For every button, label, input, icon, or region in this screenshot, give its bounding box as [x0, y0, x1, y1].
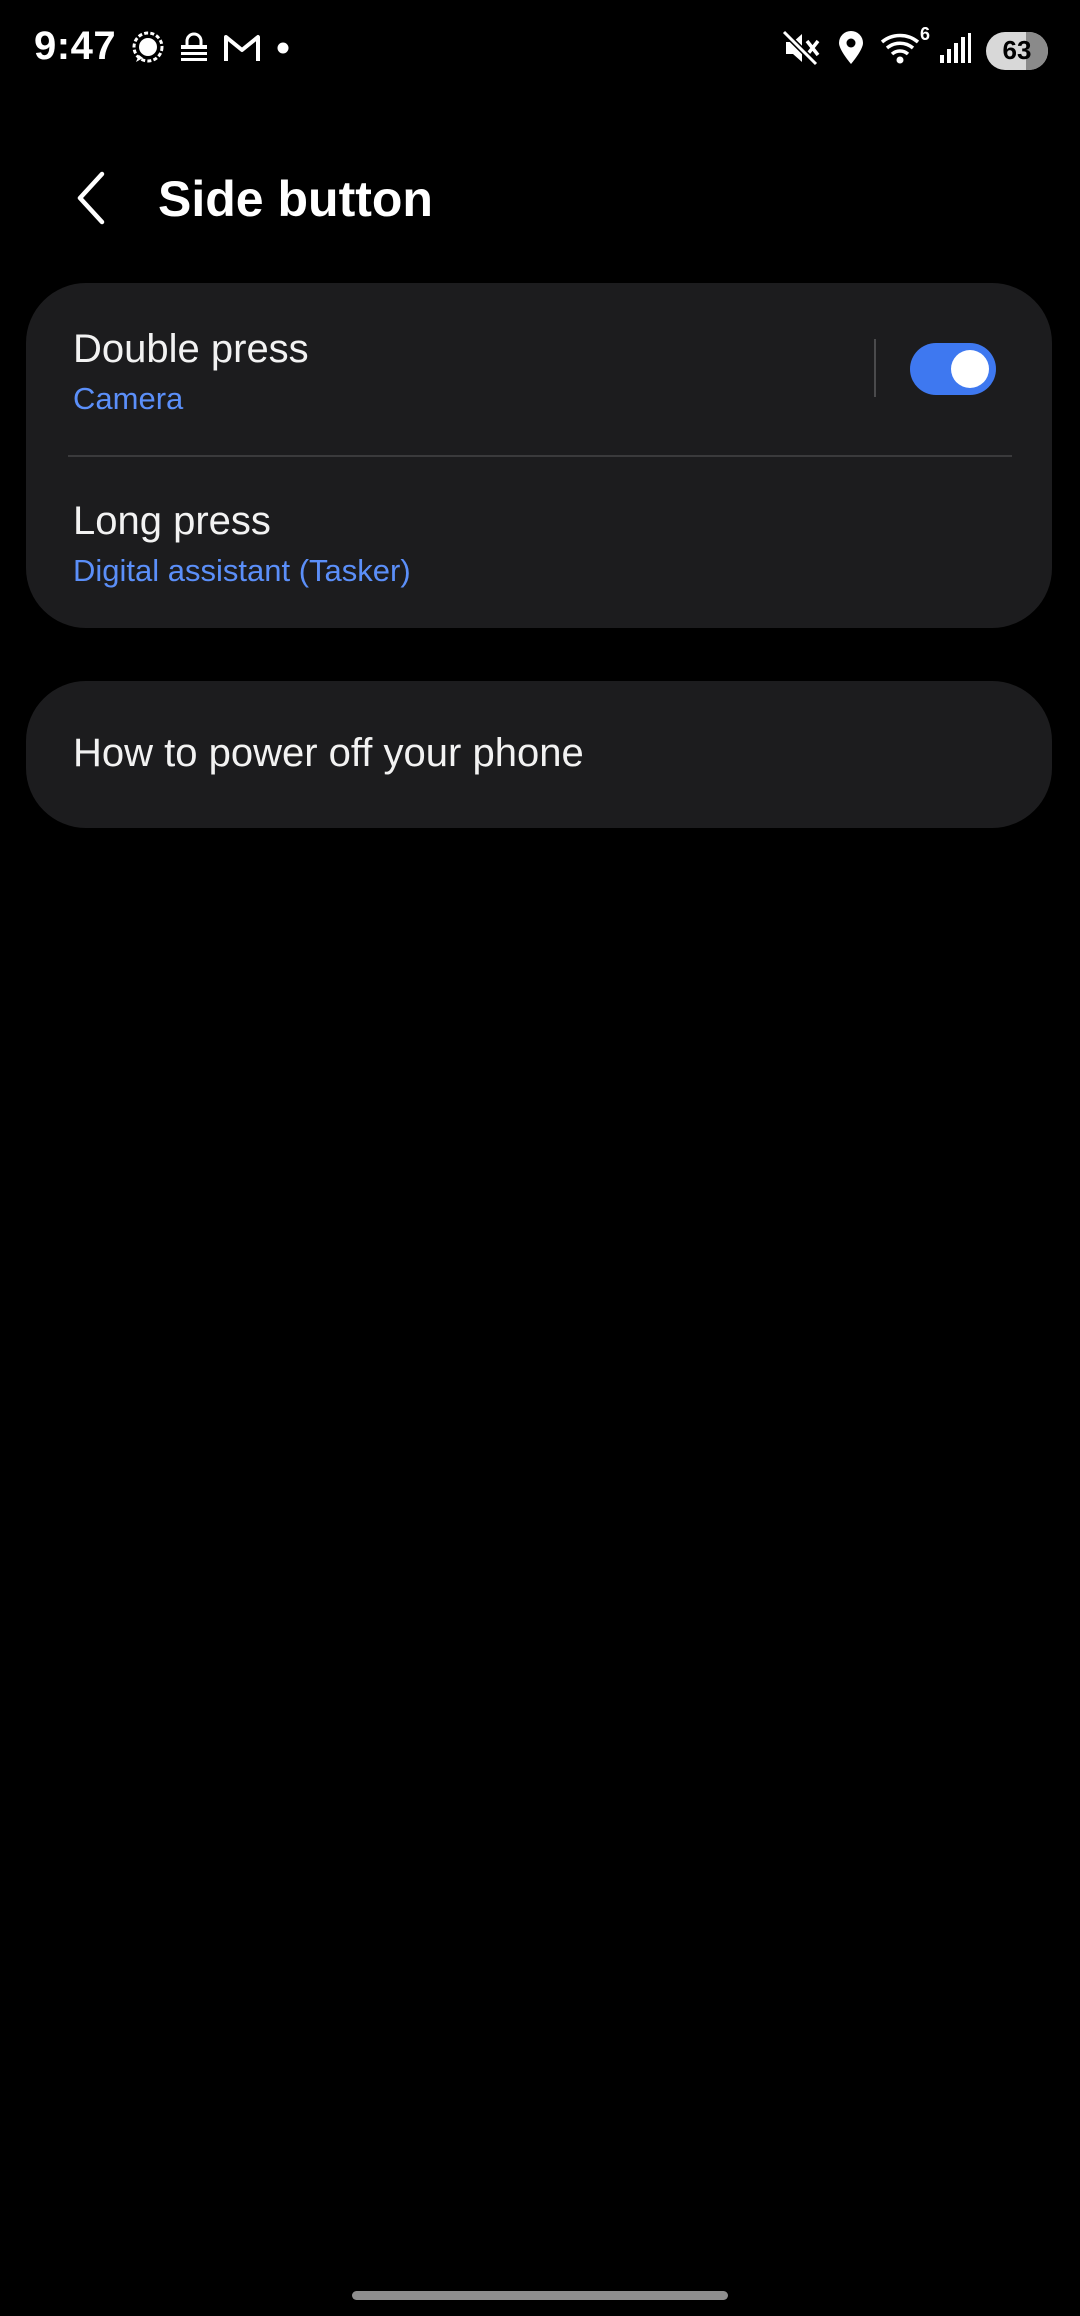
status-bar: 9:47 6 63 [0, 0, 1080, 104]
vpn-lock-icon [176, 30, 212, 66]
home-indicator[interactable] [352, 2291, 728, 2300]
status-time: 9:47 [34, 24, 117, 68]
wifi-badge: 6 [919, 24, 930, 44]
mute-icon [781, 29, 822, 71]
screen: 9:47 6 63 Side button Double press Camer… [0, 0, 1080, 2316]
battery-icon: 63 [986, 31, 1048, 70]
status-right-icons: 6 63 [781, 24, 1048, 71]
side-button-settings-card: Double press Camera Long press Digital a… [26, 283, 1052, 628]
double-press-title: Double press [73, 327, 309, 371]
page-title: Side button [158, 171, 433, 227]
notification-dot-icon [272, 37, 294, 59]
back-button[interactable] [60, 162, 124, 238]
long-press-value: Digital assistant (Tasker) [73, 553, 411, 588]
long-press-title: Long press [73, 499, 271, 543]
cellular-signal-icon [938, 31, 972, 70]
gmail-icon [222, 31, 262, 65]
double-press-value: Camera [73, 381, 184, 416]
toggle-knob [951, 350, 989, 388]
app-bar: Side button [0, 140, 1080, 260]
toggle-divider [874, 339, 876, 397]
double-press-toggle[interactable] [910, 343, 996, 395]
wifi-6-icon: 6 [880, 24, 930, 71]
location-icon [836, 30, 866, 71]
chevron-left-icon [72, 170, 112, 231]
battery-level: 63 [1002, 35, 1032, 65]
double-press-row[interactable]: Double press Camera [26, 283, 1052, 455]
status-left-icons [130, 30, 294, 66]
power-off-help-card[interactable]: How to power off your phone [26, 681, 1052, 828]
signal-messenger-icon [130, 30, 166, 66]
long-press-row[interactable]: Long press Digital assistant (Tasker) [26, 457, 1052, 628]
power-off-help-title: How to power off your phone [73, 731, 584, 775]
